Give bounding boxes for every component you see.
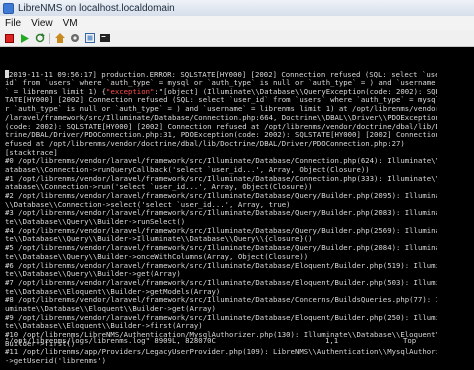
terminal-line-text: #5 /opt/librenms/vendor/laravel/framewor… [5, 243, 437, 253]
menu-vm[interactable]: VM [58, 18, 83, 29]
terminal-line-text: efused at /opt/librenms/vendor/doctrine/… [5, 138, 405, 148]
terminal-line-text: #3 /opt/librenms/vendor/laravel/framewor… [5, 208, 437, 218]
home-icon[interactable] [54, 33, 65, 44]
terminal-line-text: te\\Database\\Query\\Builder->Illuminate… [5, 234, 313, 244]
status-filename: "/opt/librenms/logs/librenms.log" 8909L,… [5, 336, 216, 345]
vim-status-line: "/opt/librenms/logs/librenms.log" 8909L,… [5, 336, 437, 346]
terminal-line-text: #11 /opt/librenms/app/Providers/LegacyUs… [5, 347, 437, 357]
terminal-line-text: #7 /opt/librenms/vendor/laravel/framewor… [5, 277, 437, 287]
status-scroll-position: Top [403, 336, 417, 345]
terminal-line-text: #6 /opt/librenms/vendor/laravel/framewor… [5, 260, 437, 270]
terminal-line-text: atabase\\Connection->run('select `user_i… [5, 182, 313, 192]
terminal-line-text: /laravel/framework/src/Illuminate/Databa… [5, 112, 437, 122]
terminal-line-text: TATE[HY000] [2002] Connection refused (S… [5, 95, 437, 105]
terminal-line-text: trine/DBAL/Driver/PDOConnection.php:31, … [5, 130, 437, 140]
status-cursor-position: 1,1 [325, 336, 339, 345]
menu-view[interactable]: View [26, 18, 58, 29]
window-title: LibreNMS on localhost.localdomain [18, 2, 175, 14]
terminal-line-text: atabase\\Connection->runQueryCallback('s… [5, 164, 370, 174]
vm-console[interactable]: 2019-11-11 09:56:17] production.ERROR: S… [0, 47, 474, 370]
refresh-icon[interactable] [34, 33, 45, 44]
terminal-line-text: r `auth_type` is null or `auth_type` = )… [5, 104, 437, 114]
toolbar [0, 30, 474, 47]
terminal-line-text: (code: 2002): SQLSTATE[HY000] [2002] Con… [5, 121, 437, 131]
menu-file[interactable]: File [0, 18, 26, 29]
console-icon[interactable] [99, 33, 110, 44]
settings-icon[interactable] [69, 33, 80, 44]
terminal-output[interactable]: 2019-11-11 09:56:17] production.ERROR: S… [5, 53, 437, 365]
app-icon [3, 2, 14, 14]
terminal-line-text: #1 /opt/librenms/vendor/laravel/framewor… [5, 173, 437, 183]
toolbar-separator [49, 32, 50, 44]
terminal-line-text: [stacktrace] [5, 147, 58, 157]
terminal-line-text: #8 /opt/librenms/vendor/laravel/framewor… [5, 295, 437, 305]
title-bar: LibreNMS on localhost.localdomain [0, 0, 474, 17]
terminal-line-text: uminate\\Database\\Eloquent\\Builder->ge… [5, 303, 216, 313]
terminal-line: efused at /opt/librenms/vendor/doctrine/… [5, 138, 437, 149]
terminal-line-text: #9 /opt/librenms/vendor/laravel/framewor… [5, 312, 437, 322]
terminal-line-text: #4 /opt/librenms/vendor/laravel/framewor… [5, 225, 437, 235]
terminal-line-text: #2 /opt/librenms/vendor/laravel/framewor… [5, 191, 437, 201]
terminal-line-text: te\\Database\\Query\\Builder->get(Array) [5, 269, 181, 279]
highlighted-keyword: "exception" [106, 86, 155, 96]
fullscreen-icon[interactable] [84, 33, 95, 44]
vm-window: LibreNMS on localhost.localdomain File V… [0, 0, 474, 370]
terminal-line-text: #0 /opt/librenms/vendor/laravel/framewor… [5, 156, 437, 166]
terminal-line-text: te\\Database\\Eloquent\\Builder->getMode… [5, 286, 221, 296]
terminal-lines: 2019-11-11 09:56:17] production.ERROR: S… [5, 70, 437, 365]
terminal-line-text: \\Database\\Connection->select('select `… [5, 199, 291, 209]
terminal-line-text: te\\Database\\Query\\Builder->onceWithCo… [5, 251, 309, 261]
terminal-line-text: te\\Database\\Query\\Builder->runSelect(… [5, 217, 186, 227]
stop-icon[interactable] [4, 33, 15, 44]
terminal-line-text: id` from `users` where `auth_type` = mys… [5, 78, 436, 88]
menu-bar: File View VM [0, 16, 474, 30]
terminal-line-text: :"[object] (Illuminate\\Database\\QueryE… [154, 86, 437, 96]
play-icon[interactable] [19, 33, 30, 44]
terminal-line-text: te\\Database\\Eloquent\\Builder->first(A… [5, 321, 203, 331]
terminal-line-text: ` = librenms limit 1) { [5, 86, 107, 96]
